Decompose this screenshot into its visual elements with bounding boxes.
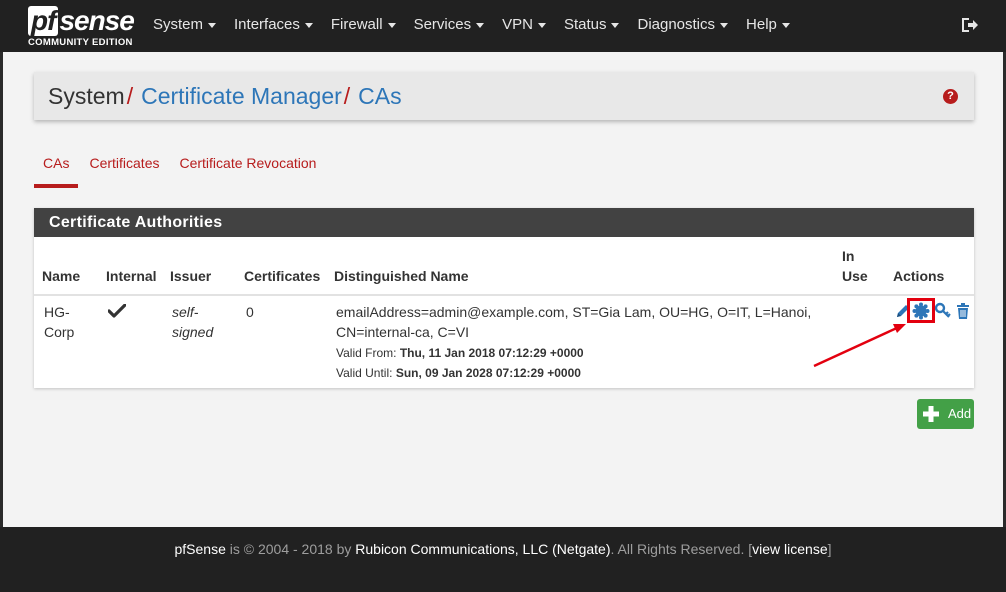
valid-until-value: Sun, 09 Jan 2028 07:12:29 +0000	[395, 366, 581, 380]
footer-copyright: is © 2004 - 2018 by	[229, 541, 352, 557]
caret-down-icon	[611, 22, 620, 28]
caret-down-icon	[304, 22, 313, 28]
logo-wordmark: pf sense	[28, 5, 135, 36]
col-actions: Actions	[893, 268, 945, 284]
col-in-use-line1: In	[842, 248, 855, 264]
header-divider	[34, 294, 974, 296]
valid-until: Valid Until: Sun, 09 Jan 2028 07:12:29 +…	[336, 363, 581, 383]
tab-certificates[interactable]: Certificates	[80, 148, 168, 188]
cell-issuer-line2: signed	[172, 324, 214, 340]
nav-help-label: Help	[746, 16, 777, 33]
nav-vpn[interactable]: VPN	[493, 0, 555, 52]
nav-system-label: System	[153, 16, 204, 33]
tab-cas[interactable]: CAs	[34, 148, 79, 188]
breadcrumb-separator: /	[343, 83, 351, 109]
col-in-use-line2: Use	[842, 268, 868, 284]
tab-bar: CAs Certificates Certificate Revocation	[34, 148, 327, 188]
footer: pfSense is © 2004 - 2018 by Rubicon Comm…	[0, 527, 1006, 592]
tab-certificate-revocation[interactable]: Certificate Revocation	[170, 148, 325, 188]
caret-down-icon	[476, 22, 485, 28]
breadcrumb-bar: System/Certificate Manager/CAs ?	[34, 72, 974, 120]
breadcrumb-cas[interactable]: CAs	[358, 83, 401, 109]
main-menu: System Interfaces Firewall Services VPN …	[144, 0, 799, 52]
breadcrumb-system: System	[48, 83, 125, 109]
nav-services[interactable]: Services	[405, 0, 494, 52]
col-issuer: Issuer	[170, 268, 212, 284]
pfsense-logo[interactable]: pf sense COMMUNITY EDITION	[28, 6, 138, 48]
nav-vpn-label: VPN	[502, 16, 533, 33]
cell-name-line1: HG-	[44, 304, 70, 320]
nav-services-label: Services	[413, 16, 472, 33]
valid-from-label: Valid From:	[336, 346, 397, 360]
footer-product: pfSense	[174, 541, 226, 557]
nav-diagnostics-label: Diagnostics	[637, 16, 716, 33]
cell-dn-line2: CN=internal-ca, C=VI	[336, 324, 470, 340]
question-circle-icon[interactable]: ?	[943, 89, 958, 104]
plus-icon	[923, 406, 939, 422]
nav-diagnostics[interactable]: Diagnostics	[628, 0, 737, 52]
nav-interfaces-label: Interfaces	[234, 16, 300, 33]
caret-down-icon	[781, 22, 790, 28]
footer-company-link[interactable]: Rubicon Communications, LLC (Netgate)	[355, 541, 610, 557]
col-internal: Internal	[106, 268, 157, 284]
caret-down-icon	[387, 22, 396, 28]
nav-help[interactable]: Help	[737, 0, 799, 52]
logo-edition: COMMUNITY EDITION	[28, 37, 133, 48]
caret-down-icon	[208, 22, 217, 28]
cell-certificates: 0	[246, 304, 254, 320]
add-button[interactable]: Add	[917, 399, 974, 429]
nav-interfaces[interactable]: Interfaces	[225, 0, 322, 52]
col-certificates: Certificates	[244, 268, 321, 284]
trash-icon[interactable]	[954, 302, 972, 320]
footer-rights: . All Rights Reserved. [	[610, 541, 753, 557]
sign-out-icon[interactable]	[960, 16, 980, 34]
nav-firewall-label: Firewall	[330, 16, 383, 33]
nav-status[interactable]: Status	[555, 0, 629, 52]
nav-system[interactable]: System	[144, 0, 225, 52]
cell-issuer-line1: self-	[172, 304, 199, 320]
key-icon[interactable]	[934, 302, 952, 320]
valid-from-value: Thu, 11 Jan 2018 07:12:29 +0000	[399, 346, 584, 360]
top-navbar: pf sense COMMUNITY EDITION System Interfa…	[0, 0, 1006, 52]
breadcrumb-separator: /	[126, 83, 134, 109]
annotation-arrow	[813, 324, 906, 368]
add-button-label: Add	[948, 406, 972, 421]
col-distinguished-name: Distinguished Name	[334, 268, 469, 284]
caret-down-icon	[537, 22, 546, 28]
caret-down-icon	[720, 22, 729, 28]
nav-status-label: Status	[563, 16, 607, 33]
nav-firewall[interactable]: Firewall	[322, 0, 405, 52]
cell-name-line2: Corp	[44, 324, 75, 340]
valid-from: Valid From: Thu, 11 Jan 2018 07:12:29 +0…	[336, 343, 584, 363]
panel-title: Certificate Authorities	[34, 208, 974, 237]
check-icon	[108, 304, 126, 318]
footer-bracket: ]	[827, 541, 832, 557]
valid-until-label: Valid Until:	[336, 366, 393, 380]
logo-pf: pf	[28, 6, 59, 36]
logo-sense: sense	[59, 5, 134, 36]
cell-dn-line1: emailAddress=admin@example.com, ST=Gia L…	[336, 304, 812, 320]
col-name: Name	[42, 268, 81, 284]
footer-license-link[interactable]: view license	[752, 541, 827, 557]
breadcrumb: System/Certificate Manager/CAs	[48, 72, 402, 120]
breadcrumb-certificate-manager[interactable]: Certificate Manager	[141, 83, 342, 109]
